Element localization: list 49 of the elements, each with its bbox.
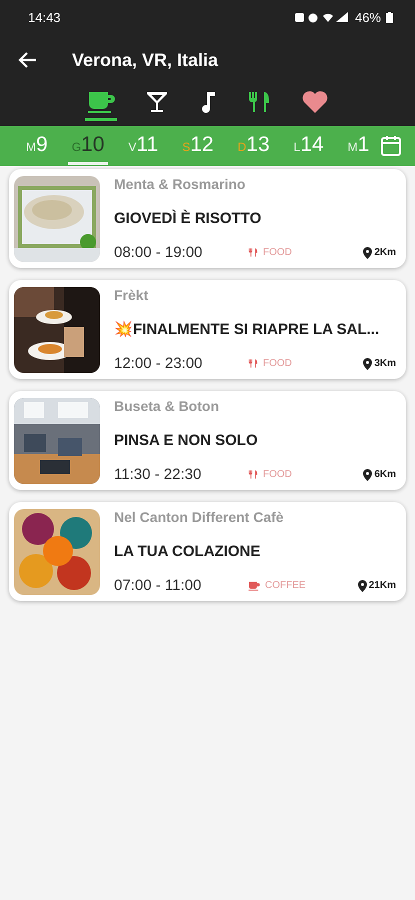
event-card[interactable]: Menta & Rosmarino GIOVEDÌ È RISOTTO 08:00 - 19:00 FOOD 2Km xyxy=(9,169,406,268)
battery-percent: 46% xyxy=(354,10,381,24)
cup-icon xyxy=(86,90,114,114)
fork-knife-icon xyxy=(248,469,258,480)
location-pin-icon xyxy=(358,580,367,592)
venue-name: Frèkt xyxy=(114,287,150,303)
battery-icon xyxy=(386,12,393,22)
day-tab[interactable]: S12 xyxy=(178,127,218,165)
event-title: GIOVEDÌ È RISOTTO xyxy=(114,210,262,226)
day-tab[interactable]: G10 xyxy=(68,127,108,165)
category-label: FOOD xyxy=(263,247,292,258)
category-label: FOOD xyxy=(263,469,292,480)
location-pin-icon xyxy=(363,246,372,258)
status-icons xyxy=(294,11,350,23)
location-pin-icon xyxy=(363,468,372,480)
day-tab[interactable]: L14 xyxy=(290,127,328,165)
header-title: Verona, VR, Italia xyxy=(72,50,218,70)
fork-knife-icon xyxy=(248,358,258,369)
event-card[interactable]: Frèkt 💥FINALMENTE SI RIAPRE LA SAL... 12:00 - 23:00 FOOD 3Km xyxy=(9,280,406,379)
event-title: LA TUA COLAZIONE xyxy=(114,542,262,560)
location-pin-icon xyxy=(363,358,372,370)
event-hours: 11:30 - 22:30 xyxy=(114,466,202,483)
distance: 21Km xyxy=(368,580,396,591)
venue-name: Nel Canton Different Cafè xyxy=(114,509,285,525)
venue-name: Menta & Rosmarino xyxy=(114,176,246,192)
fork-knife-icon xyxy=(246,90,270,114)
distance: 3Km xyxy=(374,358,396,369)
heart-icon xyxy=(300,90,328,114)
cocktail-icon xyxy=(144,90,168,114)
venue-name: Buseta & Boton xyxy=(114,398,220,414)
event-card[interactable]: Buseta & Boton PINSA E NON SOLO 11:30 - 22:30 FOOD 6Km xyxy=(9,391,406,490)
status-time: 14:43 xyxy=(28,10,61,24)
event-title: 💥FINALMENTE SI RIAPRE LA SAL... xyxy=(114,320,380,338)
day-tab[interactable]: M1 xyxy=(344,127,374,165)
cup-icon xyxy=(248,580,260,590)
day-tab[interactable]: D13 xyxy=(234,127,274,165)
day-tab[interactable]: V11 xyxy=(124,127,162,165)
day-tab[interactable]: M9 xyxy=(22,127,52,165)
category-label: FOOD xyxy=(263,358,292,369)
event-title: PINSA E NON SOLO xyxy=(114,432,259,448)
distance: 2Km xyxy=(374,247,396,258)
distance: 6Km xyxy=(374,469,396,480)
category-label: COFFEE xyxy=(265,580,306,591)
event-card[interactable]: Nel Canton Different Cafè LA TUA COLAZIONE 07:00 - 11:00 COFFEE 21Km xyxy=(9,502,406,601)
fork-knife-icon xyxy=(248,247,258,258)
back-arrow-icon[interactable] xyxy=(18,51,38,69)
event-hours: 07:00 - 11:00 xyxy=(114,577,202,594)
event-hours: 12:00 - 23:00 xyxy=(114,355,204,372)
event-hours: 08:00 - 19:00 xyxy=(114,244,204,261)
